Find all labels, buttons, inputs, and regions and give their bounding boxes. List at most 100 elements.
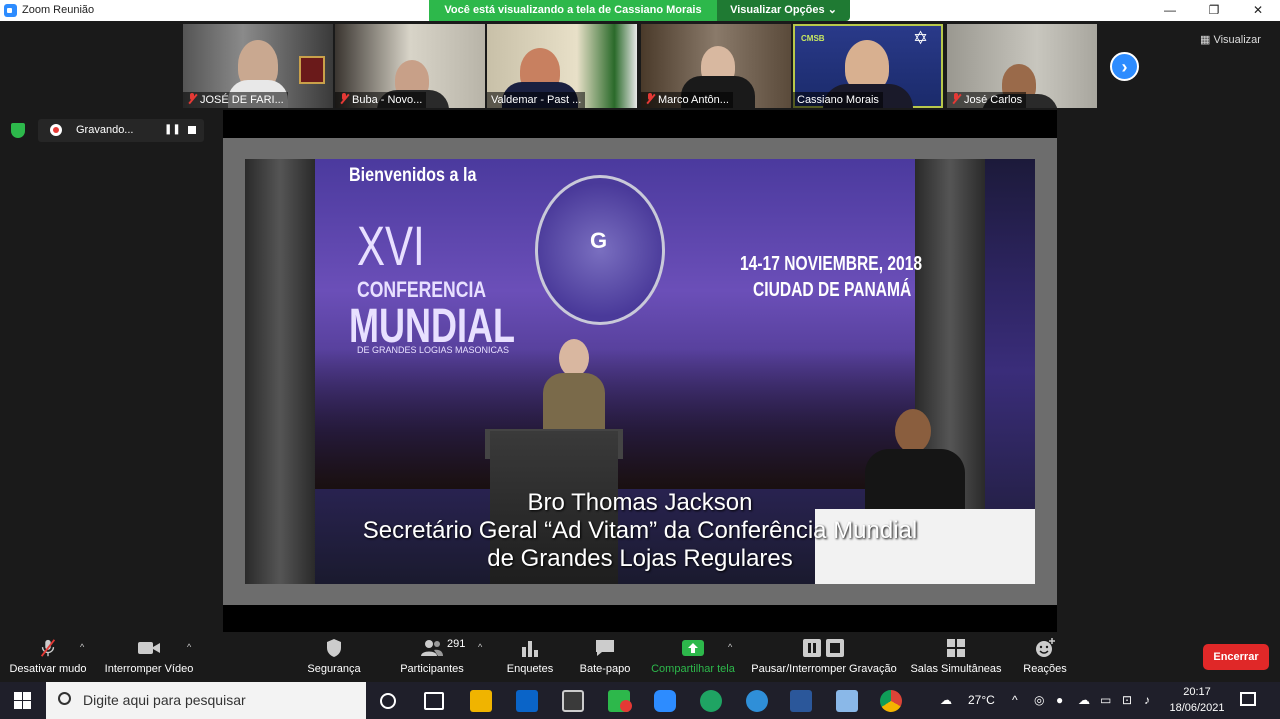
- meet-now-icon[interactable]: ◎: [1034, 693, 1044, 707]
- participant-name: José Carlos: [964, 94, 1023, 106]
- volume-icon[interactable]: ♪: [1144, 693, 1150, 707]
- event-city: CIUDAD DE PANAMÁ: [753, 279, 912, 301]
- participant-tile[interactable]: Buba - Novo...: [335, 24, 485, 108]
- weather-icon[interactable]: ☁: [940, 693, 952, 707]
- participants-icon: [421, 640, 443, 656]
- task-view-icon[interactable]: [424, 692, 444, 710]
- caption-line-1: Bro Thomas Jackson: [527, 489, 753, 516]
- security-button[interactable]: Segurança: [300, 632, 368, 682]
- smiley-icon: [1036, 638, 1055, 657]
- next-page-button[interactable]: ›: [1110, 52, 1139, 81]
- speaker-figure: [543, 339, 605, 439]
- emblem-image: [299, 56, 325, 84]
- mic-muted-icon: [339, 93, 349, 104]
- cmsb-logo: CMSB: [801, 34, 825, 43]
- recording-status: Gravando...: [76, 124, 134, 136]
- clock-date: 18/06/2021: [1169, 702, 1225, 714]
- word-icon[interactable]: [790, 690, 812, 712]
- zoom-taskbar-icon[interactable]: [654, 690, 676, 712]
- taskbar-search[interactable]: Digite aqui para pesquisar: [46, 682, 366, 719]
- network-icon[interactable]: ⊡: [1122, 693, 1132, 707]
- bar-chart-icon: [522, 641, 538, 657]
- messaging-app-icon[interactable]: [608, 690, 632, 712]
- participants-options-caret[interactable]: ^: [478, 642, 482, 652]
- shared-screen-content: G Bienvenidos a la XVI CONFERENCIA MUNDI…: [245, 159, 1035, 584]
- chat-button[interactable]: Bate-papo: [574, 632, 636, 682]
- polls-button[interactable]: Enquetes: [500, 632, 560, 682]
- start-button[interactable]: [14, 692, 31, 709]
- welcome-text: Bienvenidos a la: [349, 165, 477, 186]
- share-screen-icon: [682, 640, 704, 656]
- participants-count: 291: [447, 638, 466, 650]
- restore-button[interactable]: ❐: [1192, 0, 1236, 21]
- minimize-button[interactable]: —: [1148, 0, 1192, 21]
- notification-badge: [620, 700, 632, 712]
- caption-line-2: Secretário Geral “Ad Vitam” da Conferênc…: [362, 517, 918, 544]
- participant-tile[interactable]: José Carlos: [947, 24, 1097, 108]
- meet-icon[interactable]: [700, 690, 722, 712]
- close-button[interactable]: ✕: [1236, 0, 1280, 21]
- view-button[interactable]: ▦ Visualizar: [1200, 33, 1261, 46]
- roman-numeral: XVI: [357, 214, 425, 277]
- outlook-icon[interactable]: [516, 690, 538, 712]
- video-options-caret[interactable]: ^: [187, 642, 191, 652]
- share-banner: Você está visualizando a tela de Cassian…: [429, 0, 850, 21]
- store-icon[interactable]: [562, 690, 584, 712]
- system-clock[interactable]: 20:17 18/06/2021: [1168, 684, 1226, 716]
- mic-muted-icon: [40, 639, 56, 657]
- participant-name: Valdemar - Past ...: [491, 94, 582, 106]
- stop-video-button[interactable]: Interromper Vídeo: [104, 632, 194, 682]
- security-shield-icon: [11, 123, 25, 138]
- share-banner-message: Você está visualizando a tela de Cassian…: [429, 0, 717, 21]
- paint-icon[interactable]: [836, 690, 858, 712]
- share-screen-button[interactable]: Compartilhar tela: [648, 632, 738, 682]
- zoom-app-icon: [4, 4, 17, 17]
- temperature[interactable]: 27°C: [968, 693, 995, 707]
- chevron-right-icon: ›: [1121, 57, 1128, 77]
- chevron-up-icon[interactable]: ^: [1012, 693, 1018, 707]
- mic-muted-icon: [645, 93, 655, 104]
- breakout-rooms-button[interactable]: Salas Simultâneas: [908, 632, 1004, 682]
- shield-icon: [327, 639, 341, 657]
- file-explorer-icon[interactable]: [470, 690, 492, 712]
- battery-icon[interactable]: ▭: [1100, 693, 1111, 707]
- end-meeting-button[interactable]: Encerrar: [1203, 644, 1269, 670]
- mic-muted-icon: [187, 93, 197, 104]
- reactions-button[interactable]: Reações: [1016, 632, 1074, 682]
- stop-recording-button[interactable]: [188, 126, 196, 134]
- audio-options-caret[interactable]: ^: [80, 642, 84, 652]
- onedrive-icon[interactable]: ☁: [1078, 693, 1090, 707]
- edge-icon[interactable]: [746, 690, 768, 712]
- chrome-icon[interactable]: [880, 690, 902, 712]
- conference-emblem: G: [535, 175, 665, 325]
- unmute-button[interactable]: Desativar mudo: [6, 632, 90, 682]
- caption-line-3: de Grandes Lojas Regulares: [487, 545, 793, 572]
- cortana-icon[interactable]: [380, 693, 396, 709]
- window-title: Zoom Reunião: [22, 4, 95, 16]
- lodges-subtitle: DE GRANDES LOGIAS MASONICAS: [357, 345, 510, 355]
- share-options-caret[interactable]: ^: [728, 642, 732, 652]
- breakout-grid-icon: [947, 639, 965, 657]
- view-options-button[interactable]: Visualizar Opções ⌄: [717, 0, 850, 21]
- view-label: Visualizar: [1213, 34, 1261, 46]
- pause-stop-recording-button[interactable]: Pausar/Interromper Gravação: [748, 632, 900, 682]
- participant-name: Marco Antôn...: [658, 94, 729, 106]
- participant-tile[interactable]: Valdemar - Past ...: [487, 24, 637, 108]
- pause-recording-button[interactable]: ❚❚: [164, 124, 181, 135]
- record-dot-icon: [50, 124, 62, 136]
- notification-center-icon[interactable]: [1240, 692, 1256, 706]
- video-camera-icon: [138, 642, 160, 654]
- chat-bubble-icon: [596, 640, 614, 656]
- mic-muted-icon: [951, 93, 961, 104]
- grid-icon: ▦: [1200, 34, 1214, 46]
- participant-tile[interactable]: JOSÉ DE FARI...: [183, 24, 333, 108]
- participant-tile[interactable]: Marco Antôn...: [641, 24, 791, 108]
- windows-taskbar: Digite aqui para pesquisar ☁ 27°C ^ ◎ ● …: [0, 682, 1280, 719]
- view-options-label: Visualizar Opções: [730, 4, 825, 16]
- chevron-down-icon: ⌄: [827, 4, 837, 16]
- microphone-icon[interactable]: ●: [1056, 693, 1063, 707]
- meeting-toolbar: Desativar mudo ^ Interromper Vídeo ^ Seg…: [0, 632, 1280, 682]
- search-placeholder: Digite aqui para pesquisar: [83, 692, 246, 708]
- participant-tile-active[interactable]: CMSB ✡ Cassiano Morais: [793, 24, 943, 108]
- clock-time: 20:17: [1183, 686, 1211, 698]
